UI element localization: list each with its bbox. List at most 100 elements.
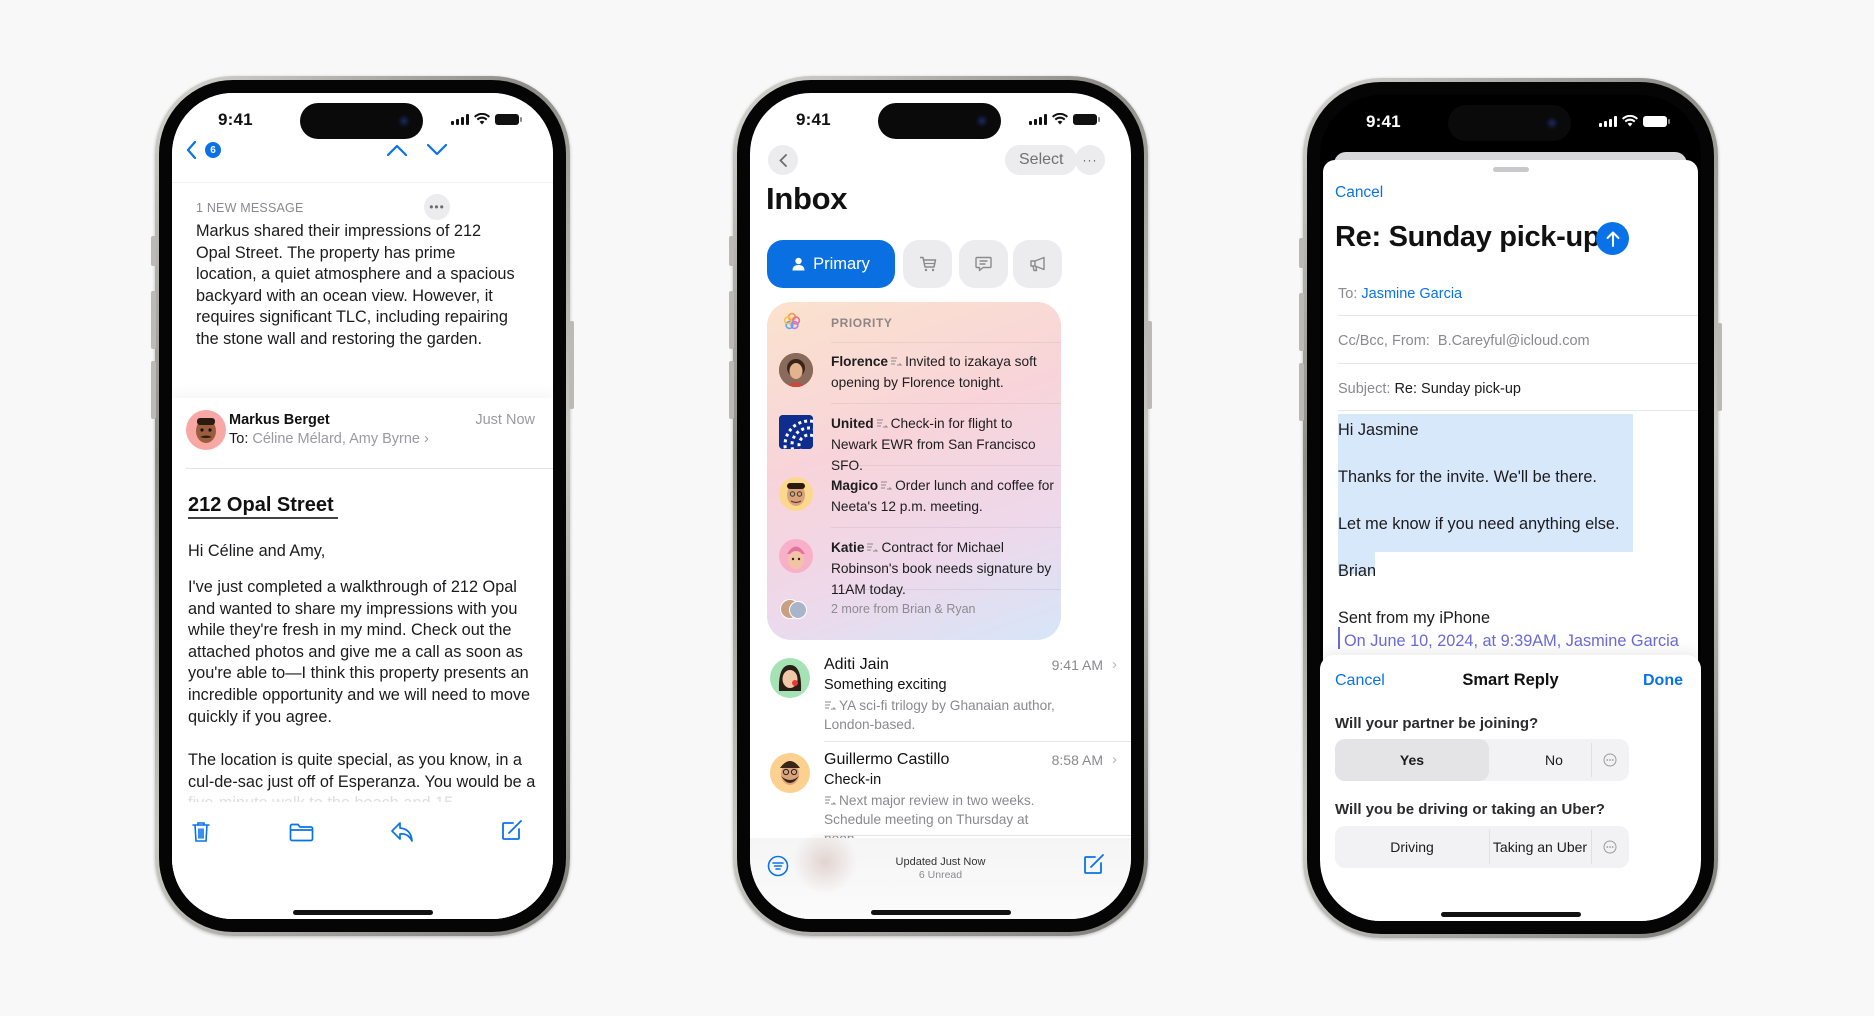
compose-button[interactable] [1083,853,1105,875]
united-logo [779,415,813,449]
guillermo-avatar [770,753,810,793]
reply-button[interactable] [390,821,414,843]
more-answers-button[interactable] [1591,826,1629,868]
message-subject: 212 Opal Street [188,494,338,519]
from-address: B.Careyful@icloud.com [1437,333,1590,349]
page-title: Inbox [766,181,848,216]
back-button[interactable] [768,145,798,175]
to-label: To: [229,431,249,447]
recipients[interactable]: To: Céline Mélard, Amy Byrne › [229,431,429,447]
magico-avatar [779,477,813,511]
screen: 9:41 Cancel Re: Sunday pick-up To: Jasmi… [1320,95,1701,921]
cancel-button[interactable]: Cancel [1335,184,1383,202]
next-message-button[interactable] [427,144,447,156]
compose-title: Re: Sunday pick-up [1335,221,1601,253]
mail-subject: Something exciting [824,677,947,693]
signal-icon [1029,113,1047,125]
apple-intelligence-icon [783,312,801,330]
select-button[interactable]: Select [1005,145,1078,175]
phone-reply-view: 9:41 Cancel Re: Sunday pick-up To: Jasmi… [1299,78,1722,938]
tab-primary[interactable]: Primary [767,240,895,288]
option-yes[interactable]: Yes [1335,739,1489,781]
katie-avatar [779,539,813,573]
signature[interactable]: Sent from my iPhone [1338,609,1490,628]
answer-segmented-control: Yes No [1335,739,1629,781]
summary-icon [891,357,903,366]
mail-preview: YA sci-fi trilogy by Ghanaian author, Lo… [824,698,1055,732]
home-indicator[interactable] [1440,912,1581,917]
delete-button[interactable] [191,821,211,843]
to-label: To: [1338,286,1358,302]
home-indicator[interactable] [870,910,1011,915]
dynamic-island [1448,105,1571,141]
subject-field[interactable]: Subject: Re: Sunday pick-up [1338,381,1698,397]
back-button[interactable]: 6 [186,141,221,159]
summary-text: Markus shared their impressions of 212 O… [196,222,515,348]
body-line[interactable]: Let me know if you need anything else. [1338,515,1619,534]
summary-icon [867,543,879,552]
subject-value: Re: Sunday pick-up [1394,381,1521,397]
move-to-folder-button[interactable] [289,823,314,842]
sheet-grabber[interactable] [1492,167,1529,172]
home-indicator[interactable] [292,910,433,915]
priority-section: PRIORITY Florence Invited to izakaya soft… [767,302,1061,640]
chevron-up-icon [387,144,407,156]
action-button [151,236,156,266]
tab-label: Primary [813,254,870,273]
dynamic-island [878,103,1001,139]
priority-more-label: 2 more from Brian & Ryan [831,602,976,616]
previous-message-button[interactable] [387,144,407,156]
wifi-icon [1622,115,1638,127]
summary-icon [876,419,888,428]
megaphone-icon [1029,256,1045,272]
message-icon [975,256,992,272]
option-taking-uber[interactable]: Taking an Uber [1489,826,1591,868]
tab-updates[interactable] [959,240,1008,288]
summary-icon [825,796,836,805]
sender-avatar[interactable] [186,410,226,450]
chevron-right-icon: › [1112,751,1117,768]
more-options-button[interactable]: ••• [424,194,450,220]
updated-status: Updated Just Now [895,856,986,868]
to-field[interactable]: To: Jasmine Garcia [1338,286,1698,302]
more-answers-button[interactable] [1591,739,1629,781]
chevron-right-icon: › [424,431,429,447]
message-time: Just Now [475,412,535,428]
screen: 9:41 6 1 NEW MESSAGE ••• Markus shared t… [172,93,553,919]
battery-icon [1643,115,1670,127]
status-icons [451,113,522,125]
ellipsis-icon: ··· [1082,153,1098,167]
smart-reply-panel: Cancel Smart Reply Done Will your partne… [1320,655,1701,921]
status-icons [1599,115,1670,127]
recipients-list: Céline Mélard, Amy Byrne [252,431,420,447]
to-recipient[interactable]: Jasmine Garcia [1361,286,1462,302]
cc-from-field[interactable]: Cc/Bcc, From: B.Careyful@icloud.com [1338,333,1698,349]
tab-promotions[interactable] [1013,240,1062,288]
smart-reply-question: Will your partner be joining? [1335,715,1539,732]
priority-sender: Florence [831,354,889,369]
mail-sender: Aditi Jain [824,656,889,673]
smart-reply-done-button[interactable]: Done [1643,672,1683,690]
message-paragraph: I've just completed a walkthrough of 212… [188,578,531,726]
compose-button[interactable] [501,819,523,841]
mail-time: 8:58 AM [1051,752,1103,768]
tab-transactions[interactable] [903,240,952,288]
dynamic-island [300,103,423,139]
smart-reply-question: Will you be driving or taking an Uber? [1335,801,1605,818]
unread-badge: 6 [205,142,221,158]
arrow-up-icon [1606,231,1619,247]
chevron-left-icon [186,141,197,159]
volume-up-button [151,291,156,349]
priority-sender: United [831,416,874,431]
priority-sender: Magico [831,478,879,493]
screen: 9:41 Select ··· Inbox Primary PRIORITY F… [750,93,1131,919]
signal-icon [451,113,469,125]
body-line[interactable]: Brian [1338,562,1376,581]
memoji-avatar-icon [196,418,216,443]
message-greeting: Hi Céline and Amy, [188,542,326,560]
send-button[interactable] [1596,222,1629,255]
body-line[interactable]: Thanks for the invite. We'll be there. [1338,468,1597,487]
option-driving[interactable]: Driving [1335,826,1489,868]
body-line[interactable]: Hi Jasmine [1338,421,1419,440]
more-options-button[interactable]: ··· [1075,145,1105,175]
